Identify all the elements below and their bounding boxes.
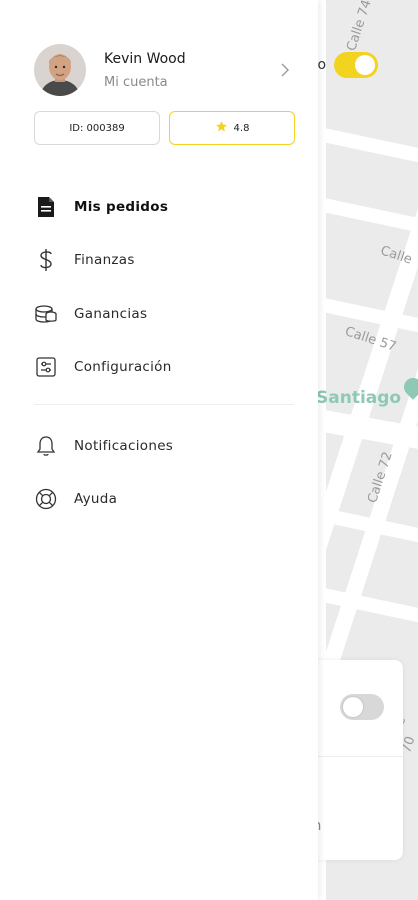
drawer-menu: Mis pedidos Finanzas Ganancias Configura… <box>34 180 294 526</box>
place-label: Santiago <box>316 388 402 408</box>
profile-subtitle: Mi cuenta <box>104 74 168 90</box>
profile-header[interactable]: Kevin Wood Mi cuenta <box>34 42 294 98</box>
rating-badge: 4.8 <box>169 111 295 145</box>
menu-item-ayuda[interactable]: Ayuda <box>34 473 294 527</box>
coins-icon <box>34 302 58 326</box>
profile-badges: ID: 000389 4.8 <box>34 111 295 145</box>
street-label: Calle 74 <box>344 0 375 53</box>
toggle-knob <box>355 55 376 75</box>
map-pin-icon <box>400 374 418 400</box>
profile-name: Kevin Wood <box>104 50 186 67</box>
menu-item-label: Finanzas <box>74 252 135 269</box>
star-icon <box>215 120 228 136</box>
document-icon <box>34 195 58 219</box>
menu-item-notificaciones[interactable]: Notificaciones <box>34 419 294 473</box>
lifebuoy-icon <box>34 487 58 511</box>
menu-item-label: Ganancias <box>74 305 148 322</box>
toggle-knob <box>343 697 363 717</box>
menu-item-label: Mis pedidos <box>74 198 169 215</box>
menu-item-label: Configuración <box>74 359 172 376</box>
menu-item-ganancias[interactable]: Ganancias <box>34 287 294 341</box>
dollar-icon <box>34 248 58 272</box>
driver-id-text: ID: 000389 <box>69 122 125 134</box>
driver-id-badge: ID: 000389 <box>34 111 160 145</box>
menu-item-label: Ayuda <box>74 491 118 508</box>
settings-icon <box>34 355 58 379</box>
menu-item-mis-pedidos[interactable]: Mis pedidos <box>34 180 294 234</box>
status-toggle[interactable] <box>334 52 379 78</box>
menu-divider <box>34 404 294 405</box>
menu-item-finanzas[interactable]: Finanzas <box>34 234 294 288</box>
menu-item-label: Notificaciones <box>74 437 174 454</box>
menu-item-configuracion[interactable]: Configuración <box>34 341 294 395</box>
rating-value: 4.8 <box>233 122 250 134</box>
bell-icon <box>34 434 58 458</box>
avatar <box>34 44 86 96</box>
side-drawer: Kevin Wood Mi cuenta ID: 000389 4.8 Mis … <box>0 0 318 900</box>
card-toggle[interactable] <box>340 694 384 720</box>
chevron-right-icon <box>280 62 290 81</box>
